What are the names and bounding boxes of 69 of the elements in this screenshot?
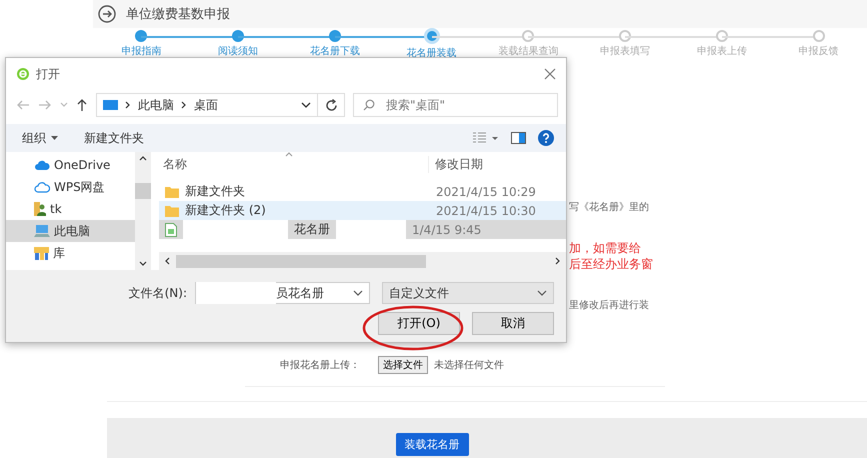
step-label[interactable]: 申报指南 bbox=[121, 44, 162, 58]
step-label[interactable]: 阅读须知 bbox=[218, 44, 258, 58]
file-row[interactable]: 新建文件夹 (2) 2021/4/15 10:30 bbox=[159, 201, 566, 220]
column-header[interactable]: 修改日期 bbox=[428, 156, 483, 172]
refresh-icon bbox=[324, 98, 338, 112]
instruction-text: 后至经办业务窗 bbox=[569, 256, 654, 272]
nav-item[interactable]: 库 bbox=[6, 242, 135, 264]
nav-item[interactable]: tk bbox=[6, 198, 135, 220]
file-status-text: 未选择任何文件 bbox=[434, 358, 504, 372]
choose-file-button[interactable]: 选择文件 bbox=[378, 356, 428, 374]
file-name-label: 文件名(N): bbox=[128, 284, 187, 302]
new-folder-button[interactable]: 新建文件夹 bbox=[84, 130, 144, 146]
nav-item[interactable]: WPS网盘 bbox=[6, 176, 135, 198]
arrow-circle-icon[interactable] bbox=[98, 5, 116, 23]
refresh-button[interactable] bbox=[317, 93, 345, 117]
open-button[interactable]: 打开(O) bbox=[378, 312, 460, 335]
instruction-text: 加，如需要给 bbox=[569, 240, 642, 256]
load-roster-button[interactable]: 装载花名册 bbox=[396, 433, 468, 456]
caret-icon bbox=[51, 136, 58, 140]
file-row[interactable]: 新建文件夹 2021/4/15 10:29 bbox=[159, 182, 566, 201]
scroll-left-icon bbox=[165, 257, 170, 265]
preview-pane-icon[interactable] bbox=[511, 132, 526, 144]
upload-label: 申报花名册上传： bbox=[280, 358, 360, 372]
page-title: 单位缴费基数申报 bbox=[126, 6, 230, 23]
file-type-dropdown[interactable]: 自定义文件 bbox=[382, 282, 554, 304]
view-list-icon[interactable] bbox=[473, 132, 499, 144]
step-label[interactable]: 花名册装载 bbox=[406, 46, 457, 60]
search-field[interactable]: 搜索"桌面" bbox=[353, 93, 558, 117]
scroll-right-icon bbox=[555, 257, 560, 265]
organize-button[interactable]: 组织 bbox=[22, 130, 58, 146]
scrollbar-thumb[interactable] bbox=[135, 183, 151, 199]
breadcrumb[interactable]: 桌面 bbox=[194, 96, 218, 114]
library-icon bbox=[34, 246, 49, 260]
vertical-scrollbar[interactable] bbox=[135, 152, 151, 270]
dialog-title: 打开 bbox=[36, 66, 60, 82]
address-bar[interactable]: 此电脑 桌面 bbox=[96, 93, 318, 117]
spreadsheet-file-icon bbox=[165, 222, 177, 236]
cloud-icon bbox=[34, 160, 50, 170]
cancel-button[interactable]: 取消 bbox=[472, 312, 554, 335]
computer-icon bbox=[34, 225, 50, 237]
up-arrow-icon[interactable] bbox=[76, 98, 88, 112]
chevron-right-icon bbox=[125, 101, 131, 109]
column-header[interactable]: 名称 bbox=[159, 156, 428, 172]
chevron-right-icon bbox=[181, 101, 187, 109]
file-name-field[interactable]: 员花名册 bbox=[195, 282, 370, 304]
instruction-text: 写《花名册》里的 bbox=[569, 200, 650, 215]
chevron-down-icon bbox=[537, 290, 547, 296]
close-icon[interactable] bbox=[544, 68, 556, 80]
search-icon bbox=[363, 99, 375, 111]
monitor-icon bbox=[103, 100, 118, 110]
browser-icon bbox=[16, 67, 30, 81]
instruction-text: 里修改后再进行装 bbox=[569, 298, 650, 313]
chevron-down-icon[interactable] bbox=[301, 102, 311, 108]
file-row[interactable]: 花名册 1/4/15 9:45 bbox=[159, 220, 566, 239]
help-icon[interactable] bbox=[538, 130, 554, 146]
step-label[interactable]: 花名册下载 bbox=[310, 44, 360, 58]
scrollbar-thumb[interactable] bbox=[176, 254, 426, 268]
cloud-icon bbox=[34, 182, 50, 192]
folder-icon bbox=[165, 186, 179, 198]
user-folder-icon bbox=[34, 202, 46, 216]
breadcrumb[interactable]: 此电脑 bbox=[138, 96, 174, 114]
scroll-down-icon bbox=[139, 261, 147, 266]
nav-item[interactable]: 此电脑 bbox=[6, 220, 135, 242]
sort-caret-icon bbox=[285, 152, 293, 157]
horizontal-scrollbar[interactable] bbox=[159, 252, 566, 270]
folder-icon bbox=[165, 204, 179, 216]
nav-item[interactable]: OneDrive bbox=[6, 154, 135, 176]
scroll-up-icon bbox=[139, 156, 147, 161]
chevron-down-icon bbox=[353, 290, 363, 296]
